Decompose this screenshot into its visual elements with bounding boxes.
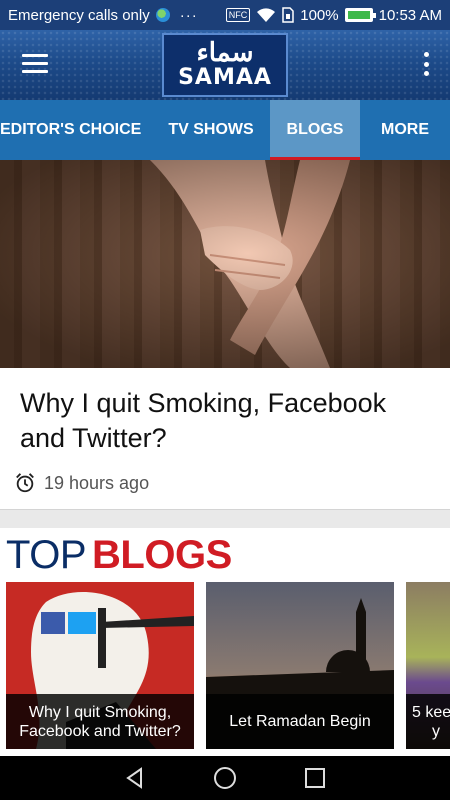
blog-card-title: Why I quit Smoking, Facebook and Twitter…: [6, 694, 194, 749]
home-icon[interactable]: [213, 766, 237, 790]
more-notifications-icon: ···: [179, 6, 198, 24]
battery-percent: 100%: [300, 6, 339, 24]
tab-editors-choice[interactable]: EDITOR'S CHOICE: [0, 100, 152, 160]
blog-card[interactable]: 5 keep y: [406, 582, 450, 749]
featured-blog-title[interactable]: Why I quit Smoking, Facebook and Twitter…: [20, 386, 435, 456]
top-blogs-section: TOP BLOGS Why I quit Smoking, Facebook an…: [0, 528, 450, 756]
featured-blog-meta: 19 hours ago: [14, 472, 149, 494]
top-blogs-heading-word2: BLOGS: [92, 533, 232, 577]
tab-blogs[interactable]: BLOGS: [270, 100, 360, 160]
app-bar: سماء SAMAA: [0, 30, 450, 100]
top-blogs-heading: TOP BLOGS: [6, 534, 232, 576]
tab-tv-shows[interactable]: TV SHOWS: [152, 100, 270, 160]
recents-icon[interactable]: [303, 766, 327, 790]
wifi-icon: [257, 8, 276, 22]
category-tabs: EDITOR'S CHOICE TV SHOWS BLOGS MORE: [0, 100, 450, 160]
blog-card-title: Let Ramadan Begin: [206, 694, 394, 749]
blog-card[interactable]: Why I quit Smoking, Facebook and Twitter…: [6, 582, 194, 749]
more-vert-icon[interactable]: [424, 52, 430, 76]
samaa-logo[interactable]: سماء SAMAA: [162, 33, 288, 97]
logo-text: SAMAA: [178, 65, 272, 90]
logo-urdu-text: سماء: [196, 38, 254, 68]
battery-level: [347, 11, 370, 19]
globe-icon: [155, 8, 170, 22]
status-bar: Emergency calls only ··· NFC 100% 10:53 …: [0, 0, 450, 30]
clock-time: 10:53 AM: [378, 6, 442, 24]
tab-more[interactable]: MORE: [360, 100, 450, 160]
carrier-text: Emergency calls only: [8, 6, 150, 24]
featured-blog-card[interactable]: Why I quit Smoking, Facebook and Twitter…: [0, 368, 450, 510]
screen: Emergency calls only ··· NFC 100% 10:53 …: [0, 0, 450, 800]
hamburger-icon[interactable]: [22, 54, 48, 74]
hero-image[interactable]: [0, 160, 450, 368]
alarm-clock-icon: [16, 473, 34, 493]
blog-card[interactable]: Let Ramadan Begin: [206, 582, 394, 749]
top-blogs-heading-word1: TOP: [6, 533, 87, 577]
blog-card-title: 5 keep y: [406, 694, 450, 749]
system-nav-bar: [0, 756, 450, 800]
nfc-icon: NFC: [225, 8, 251, 22]
battery-charging-icon: [344, 8, 376, 22]
featured-blog-time: 19 hours ago: [44, 472, 150, 493]
back-icon[interactable]: [123, 766, 147, 790]
sim-icon: [282, 7, 294, 23]
